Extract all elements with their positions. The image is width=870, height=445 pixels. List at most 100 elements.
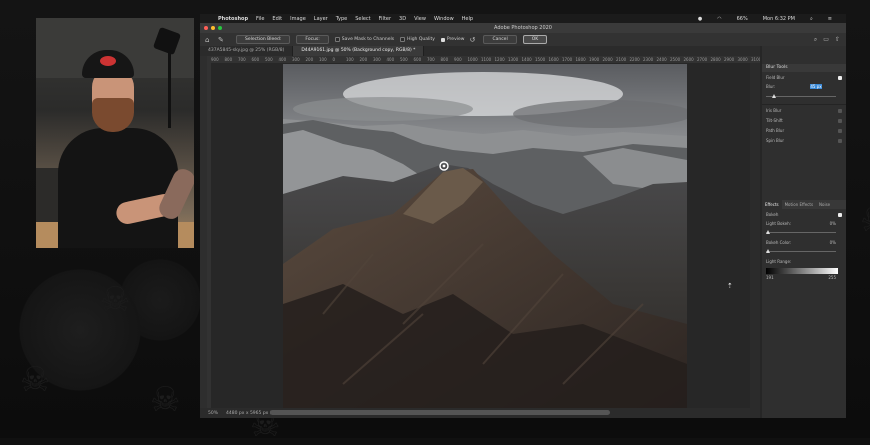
- ruler-tick-label: 1100: [481, 57, 492, 62]
- path-blur-label: Path Blur: [766, 128, 785, 133]
- menu-image[interactable]: Image: [290, 16, 306, 22]
- bokeh-label: Bokeh: [766, 212, 779, 217]
- right-panels: Blur Tools Field Blur Blur: 45 px Iris B…: [762, 46, 846, 418]
- reset-pins-icon[interactable]: ↺: [469, 36, 477, 44]
- presenter-body: [58, 128, 178, 248]
- cloud: [513, 100, 687, 128]
- preview-checkbox[interactable]: Preview: [440, 37, 465, 42]
- path-blur-row[interactable]: Path Blur: [766, 127, 842, 135]
- ruler-tick-label: 1200: [494, 57, 505, 62]
- ruler-tick-label: 0: [332, 57, 336, 62]
- bokeh-color-slider[interactable]: [766, 249, 836, 253]
- clock[interactable]: Mon 6:32 PM: [763, 16, 795, 22]
- canvas-area[interactable]: ⇡: [211, 63, 760, 410]
- bokeh-row[interactable]: Bokeh: [766, 211, 842, 219]
- menu-layer[interactable]: Layer: [314, 16, 328, 22]
- bokeh-checkbox[interactable]: [838, 213, 842, 217]
- tools-panel[interactable]: [200, 56, 207, 408]
- skull-pattern-icon: ☠: [150, 380, 181, 420]
- blur-amount-row: Blur:: [766, 83, 842, 91]
- photoshop-window: Photoshop File Edit Image Layer Type Sel…: [200, 14, 846, 418]
- workspace-icon[interactable]: ▭: [823, 36, 829, 44]
- tilt-shift-checkbox[interactable]: [838, 119, 842, 123]
- minimize-window-icon[interactable]: [211, 26, 215, 30]
- path-blur-checkbox[interactable]: [838, 129, 842, 133]
- spin-blur-row[interactable]: Spin Blur: [766, 137, 842, 145]
- field-blur-checkbox[interactable]: [838, 76, 842, 80]
- focus-field[interactable]: Focus:: [296, 35, 329, 44]
- wifi-icon[interactable]: ◠: [717, 16, 721, 22]
- ruler-tick-label: 2200: [629, 57, 640, 62]
- high-quality-label: High Quality: [407, 37, 435, 42]
- menu-view[interactable]: View: [414, 16, 426, 22]
- ok-button[interactable]: OK: [522, 35, 548, 44]
- tab-noise[interactable]: Noise: [816, 200, 833, 209]
- spin-blur-checkbox[interactable]: [838, 139, 842, 143]
- search-icon[interactable]: ⌕: [810, 16, 813, 22]
- tab-sky-document[interactable]: 437A5845-sky.jpg @ 25% (RGB/8): [200, 46, 294, 56]
- tab-effects[interactable]: Effects: [762, 200, 782, 209]
- range-low-value[interactable]: 191: [766, 275, 774, 280]
- blur-slider[interactable]: [766, 94, 836, 98]
- tab-motion-effects[interactable]: Motion Effects: [782, 200, 816, 209]
- light-bokeh-row: Light Bokeh: 0%: [766, 220, 842, 228]
- zoom-window-icon[interactable]: [218, 26, 222, 30]
- ruler-tick-label: 400: [278, 57, 287, 62]
- field-blur-row[interactable]: Field Blur: [766, 74, 842, 82]
- ruler-tick-label: 900: [211, 57, 219, 62]
- iris-blur-row[interactable]: Iris Blur: [766, 107, 842, 115]
- light-bokeh-slider[interactable]: [766, 230, 836, 234]
- menu-app-name[interactable]: Photoshop: [218, 16, 248, 22]
- blur-value-field[interactable]: 45 px: [810, 84, 822, 89]
- ruler-tick-label: 1300: [508, 57, 519, 62]
- preview-label: Preview: [446, 37, 465, 42]
- ruler-tick-label: 2500: [670, 57, 681, 62]
- save-mask-checkbox[interactable]: Save Mask to Channels: [334, 37, 394, 42]
- bokeh-color-value[interactable]: 0%: [830, 239, 836, 247]
- ruler-tick-label: 400: [386, 57, 395, 62]
- range-high-value[interactable]: 255: [828, 274, 836, 282]
- menu-edit[interactable]: Edit: [272, 16, 282, 22]
- light-bokeh-knob[interactable]: [766, 230, 770, 234]
- selection-bleed-field[interactable]: Selection Bleed:: [236, 35, 291, 44]
- zoom-level[interactable]: 50%: [208, 411, 218, 416]
- ruler-tick-label: 500: [265, 57, 273, 62]
- menu-help[interactable]: Help: [462, 16, 473, 22]
- menu-select[interactable]: Select: [355, 16, 370, 22]
- iris-blur-checkbox[interactable]: [838, 109, 842, 113]
- ruler-tick-label: 900: [454, 57, 462, 62]
- ruler-tick-label: 600: [251, 57, 260, 62]
- vertical-scrollbar[interactable]: [750, 63, 760, 408]
- blur-tools-header[interactable]: Blur Tools: [762, 64, 846, 72]
- menu-list-icon[interactable]: ≡: [828, 16, 832, 22]
- ruler-tick-label: 2100: [616, 57, 627, 62]
- bokeh-color-knob[interactable]: [766, 249, 770, 253]
- blur-pin-center: [442, 164, 446, 168]
- field-blur-label: Field Blur: [766, 75, 785, 80]
- mountain-photo[interactable]: [283, 64, 687, 410]
- menu-file[interactable]: File: [256, 16, 264, 22]
- high-quality-checkbox[interactable]: High Quality: [400, 37, 435, 42]
- close-window-icon[interactable]: [204, 26, 208, 30]
- menu-window[interactable]: Window: [434, 16, 454, 22]
- ruler-tick-label: 1800: [575, 57, 586, 62]
- menu-type[interactable]: Type: [336, 16, 347, 22]
- share-icon[interactable]: ⇧: [835, 36, 840, 44]
- record-icon[interactable]: ●: [698, 16, 702, 22]
- menu-3d[interactable]: 3D: [399, 16, 406, 22]
- search-icon[interactable]: ⌕: [814, 36, 817, 44]
- light-bokeh-value[interactable]: 0%: [830, 220, 836, 228]
- tab-mountain-document[interactable]: D44A9161.jpg @ 50% (Background copy, RGB…: [293, 46, 425, 56]
- blur-tool-icon[interactable]: ✎: [218, 36, 226, 44]
- blur-slider-knob[interactable]: [772, 94, 776, 98]
- window-title: Adobe Photoshop 2020: [494, 25, 552, 31]
- battery-percent[interactable]: 66%: [737, 16, 748, 22]
- tilt-shift-row[interactable]: Tilt-Shift: [766, 117, 842, 125]
- spin-blur-label: Spin Blur: [766, 138, 785, 143]
- cancel-button[interactable]: Cancel: [483, 35, 517, 44]
- options-bar: ⌂ ✎ Selection Bleed: Focus: Save Mask to…: [200, 33, 846, 46]
- home-icon[interactable]: ⌂: [205, 36, 213, 44]
- menu-filter[interactable]: Filter: [379, 16, 391, 22]
- ruler-tick-label: 700: [427, 57, 435, 62]
- horizontal-scrollbar[interactable]: [270, 410, 610, 415]
